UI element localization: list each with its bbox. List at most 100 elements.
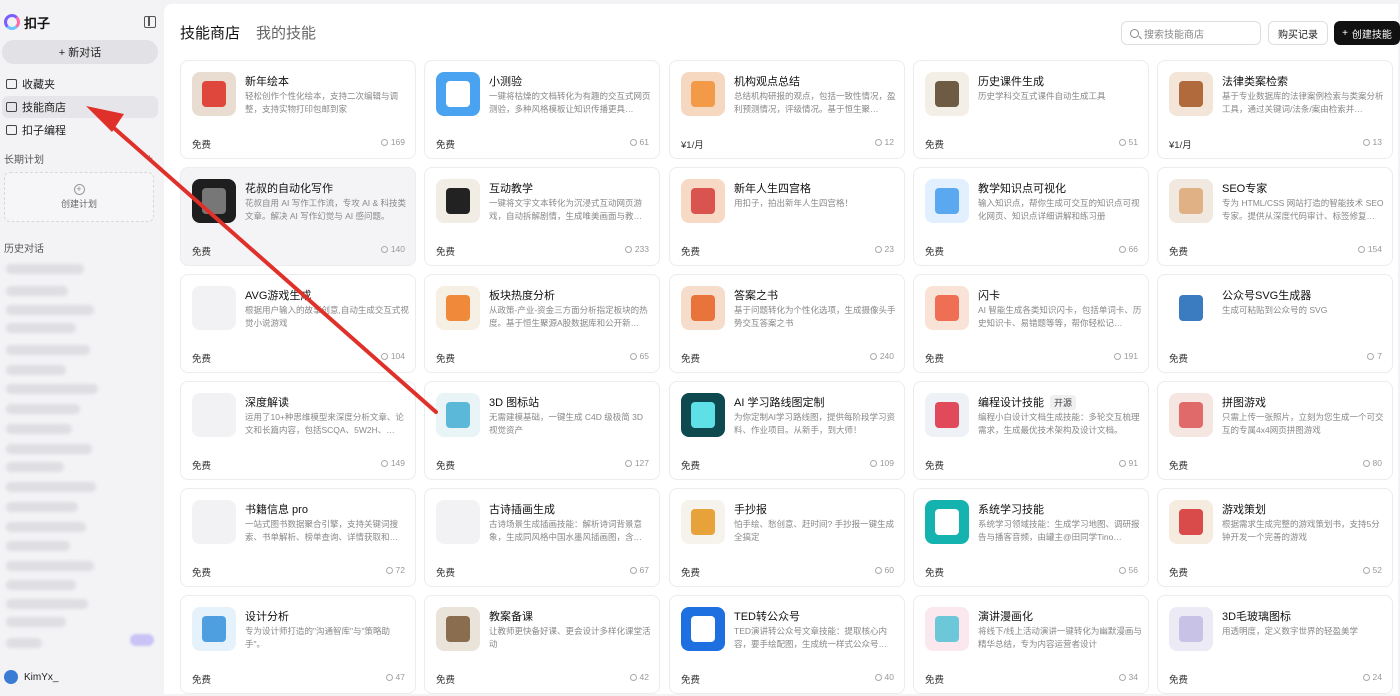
skill-card[interactable]: 机构观点总结 总结机构研报的观点，包括一致性情况，盈利预测情况，评级情况。基于恒生… — [669, 60, 905, 159]
skill-card[interactable]: 教案备课 让教师更快备好课、更会设计多样化课堂活动 免费 42 — [424, 595, 660, 694]
history-item[interactable] — [6, 502, 78, 512]
skill-thumbnail-icon — [436, 72, 480, 116]
skill-description: 怕手绘、愁创意、赶时间? 手抄报一键生成全搞定 — [734, 519, 895, 542]
logo[interactable]: 扣子 — [4, 13, 50, 32]
skill-card[interactable]: 花叔的自动化写作 花叔自用 AI 写作工作流，专攻 AI & 科技类文章。解决 A… — [180, 167, 416, 266]
add-plan-icon[interactable]: + — [146, 151, 153, 165]
history-item[interactable] — [6, 264, 84, 274]
skill-card[interactable]: TED转公众号 TED演讲转公众号文章技能：提取核心内容，要手绘配图，生成统一样式… — [669, 595, 905, 694]
history-item[interactable] — [6, 305, 94, 315]
history-item[interactable] — [6, 561, 94, 571]
sidebar-item-coding[interactable]: 扣子编程 — [2, 119, 158, 141]
user-count-value: 154 — [1367, 244, 1382, 254]
skill-card[interactable]: 新年绘本 轻松创作个性化绘本，支持二次编辑与调整，支持实物打印包邮到家 免费 169 — [180, 60, 416, 159]
skill-user-count: 104 — [380, 351, 405, 361]
skill-card[interactable]: 法律类案检索 基于专业数据库的法律案例检索与类案分析工具，通过关键词/法条/案由检… — [1157, 60, 1393, 159]
skill-card[interactable]: 古诗插画生成 古诗场景生成插画技能：解析诗词背景意象，生成同风格中国水墨风插画图，… — [424, 488, 660, 587]
skill-description: 编程小白设计文档生成技能：多轮交互梳理需求，生成最优技术架构及设计文档。 — [978, 412, 1140, 435]
history-item[interactable] — [6, 286, 68, 296]
history-item[interactable] — [6, 462, 64, 472]
history-item[interactable] — [6, 617, 66, 627]
skill-card[interactable]: 书籍信息 pro 一站式图书数据聚合引擎，支持关键词搜索、书单解析、榜单查询、详情… — [180, 488, 416, 587]
skill-card[interactable]: 系统学习技能 系统学习领域技能：生成学习地图、调研报告与播客音频，由罐主@田同学T… — [913, 488, 1149, 587]
history-item[interactable] — [6, 384, 98, 394]
skill-card[interactable]: AVG游戏生成 根据用户输入的故事创意,自动生成交互式视觉小说游戏 免费 104 — [180, 274, 416, 373]
skill-tag: 开源 — [1050, 394, 1077, 410]
purchase-history-button[interactable]: 购买记录 — [1268, 21, 1328, 45]
skill-card[interactable]: 拼图游戏 只需上传一张照片，立刻为您生成一个可交互的专属4x4网页拼图游戏 免费 80 — [1157, 381, 1393, 480]
thumbnail-glyph — [1179, 509, 1203, 535]
skill-card[interactable]: 3D毛玻璃图标 用透明度，定义数字世界的轻盈美学 免费 24 — [1157, 595, 1393, 694]
skill-user-count: 51 — [1118, 137, 1138, 147]
skill-description: 将线下/线上活动演讲一键转化为幽默漫画与精华总结，专为内容运营者设计 — [978, 626, 1142, 649]
tab-my-skills[interactable]: 我的技能 — [256, 22, 316, 43]
skill-title: SEO专家 — [1222, 183, 1268, 195]
history-item[interactable] — [6, 482, 96, 492]
skill-card[interactable]: 互动教学 一键将文字文本转化为沉浸式互动网页游戏，自动拆解剧情，生成唯美画面与教…… — [424, 167, 660, 266]
history-item[interactable] — [6, 424, 72, 434]
tab-skill-store[interactable]: 技能商店 — [180, 22, 240, 43]
skill-description: 无需建模基础，一键生成 C4D 级极简 3D 视觉资产 — [489, 412, 643, 435]
history-item[interactable] — [6, 541, 70, 551]
user-profile[interactable]: KimYx_ — [4, 670, 58, 684]
user-count-value: 240 — [879, 351, 894, 361]
skill-thumbnail-icon — [681, 72, 725, 116]
skill-price: 免费 — [436, 568, 456, 579]
skill-card[interactable]: 设计分析 专为设计师打造的"沟通智库"与"策略助手"。 免费 47 — [180, 595, 416, 694]
skill-title-row: 深度解读 — [245, 394, 289, 410]
create-plan-button[interactable]: + 创建计划 — [4, 172, 154, 222]
skill-card[interactable]: 演讲漫画化 将线下/线上活动演讲一键转化为幽默漫画与精华总结，专为内容运营者设计免… — [913, 595, 1149, 694]
search-input[interactable]: 搜索技能商店 — [1121, 21, 1261, 45]
user-count-value: 104 — [390, 351, 405, 361]
history-item[interactable] — [6, 365, 66, 375]
user-icon — [1357, 245, 1365, 253]
history-item[interactable] — [6, 345, 90, 355]
history-item[interactable] — [6, 522, 86, 532]
new-chat-button[interactable]: + 新对话 — [2, 40, 158, 64]
skill-card[interactable]: 深度解读 运用了10+种思维模型来深度分析文章、论文和长篇内容，包括SCQA、5W… — [180, 381, 416, 480]
skill-price: 免费 — [925, 140, 945, 151]
skill-description: TED演讲转公众号文章技能：提取核心内容，要手绘配图，生成统一样式公众号… — [734, 626, 888, 649]
history-item[interactable] — [6, 580, 76, 590]
skill-card[interactable]: SEO专家 专为 HTML/CSS 网站打造的智能技术 SEO 专家。提供从深度代… — [1157, 167, 1393, 266]
skill-description: 用扣子，拍出新年人生四宫格！ — [734, 198, 854, 208]
skill-card[interactable]: 闪卡 AI 智能生成各类知识闪卡，包括单词卡、历史知识卡、易错题等等，帮你轻松记…… — [913, 274, 1149, 373]
history-item[interactable] — [6, 404, 80, 414]
history-item[interactable] — [6, 444, 92, 454]
skill-card[interactable]: 板块热度分析 从政策-产业-资金三方面分析指定板块的热度。基于恒生聚源A股数据库和… — [424, 274, 660, 373]
thumbnail-glyph — [1179, 81, 1203, 107]
skill-card[interactable]: 游戏策划 根据需求生成完整的游戏策划书，支持5分钟开发一个完善的游戏 免费 52 — [1157, 488, 1393, 587]
skill-user-count: 12 — [874, 137, 894, 147]
skill-card[interactable]: 编程设计技能 开源 编程小白设计文档生成技能：多轮交互梳理需求，生成最优技术架构及设… — [913, 381, 1149, 480]
skill-title: TED转公众号 — [734, 611, 800, 623]
user-icon — [1367, 352, 1375, 360]
skill-card[interactable]: 答案之书 基于问题转化为个性化选项，生成摄像头手势交互答案之书 免费 240 — [669, 274, 905, 373]
history-item[interactable] — [6, 599, 88, 609]
skill-card[interactable]: 公众号SVG生成器 生成可粘贴到公众号的 SVG 免费 7 — [1157, 274, 1393, 373]
skill-card[interactable]: 新年人生四宫格 用扣子，拍出新年人生四宫格！ 免费 23 — [669, 167, 905, 266]
skill-card[interactable]: 历史课件生成 历史学科交互式课件自动生成工具 免费 51 — [913, 60, 1149, 159]
skill-card[interactable]: 3D 图标站 无需建模基础，一键生成 C4D 级极简 3D 视觉资产 免费 127 — [424, 381, 660, 480]
sidebar-collapse-icon[interactable] — [144, 16, 156, 28]
skill-user-count: 47 — [385, 672, 405, 682]
skill-title-row: 新年绘本 — [245, 73, 289, 89]
skill-card[interactable]: AI 学习路线图定制 为你定制AI学习路线图，提供每阶段学习资料、作业项目。从新手… — [669, 381, 905, 480]
header-tabs: 技能商店 我的技能 — [180, 22, 316, 43]
sidebar-item-favorites[interactable]: 收藏夹 — [2, 73, 158, 95]
skill-user-count: 42 — [629, 672, 649, 682]
skill-title-row: 公众号SVG生成器 — [1222, 287, 1311, 303]
skill-description: 一键将枯燥的文档转化为有趣的交互式网页测验，多种风格模板让知识传播更具… — [489, 91, 651, 114]
skill-title-row: 游戏策划 — [1222, 501, 1266, 517]
skill-price: 免费 — [192, 568, 212, 579]
skill-description: 历史学科交互式课件自动生成工具 — [978, 91, 1106, 101]
history-item[interactable] — [6, 638, 42, 648]
logo-text: 扣子 — [24, 15, 51, 31]
history-item[interactable] — [6, 323, 76, 333]
skill-card[interactable]: 手抄报 怕手绘、愁创意、赶时间? 手抄报一键生成全搞定 免费 60 — [669, 488, 905, 587]
skill-thumbnail-icon — [192, 179, 236, 223]
skill-card[interactable]: 教学知识点可视化 输入知识点，帮你生成可交互的知识点可视化网页、知识点详细讲解和练… — [913, 167, 1149, 266]
create-skill-button[interactable]: + 创建技能 — [1334, 21, 1400, 45]
sidebar-item-skill-store[interactable]: 技能商店 — [2, 96, 158, 118]
skill-title: 互动教学 — [489, 183, 533, 195]
skill-card[interactable]: 小测验 一键将枯燥的文档转化为有趣的交互式网页测验，多种风格模板让知识传播更具… 免… — [424, 60, 660, 159]
